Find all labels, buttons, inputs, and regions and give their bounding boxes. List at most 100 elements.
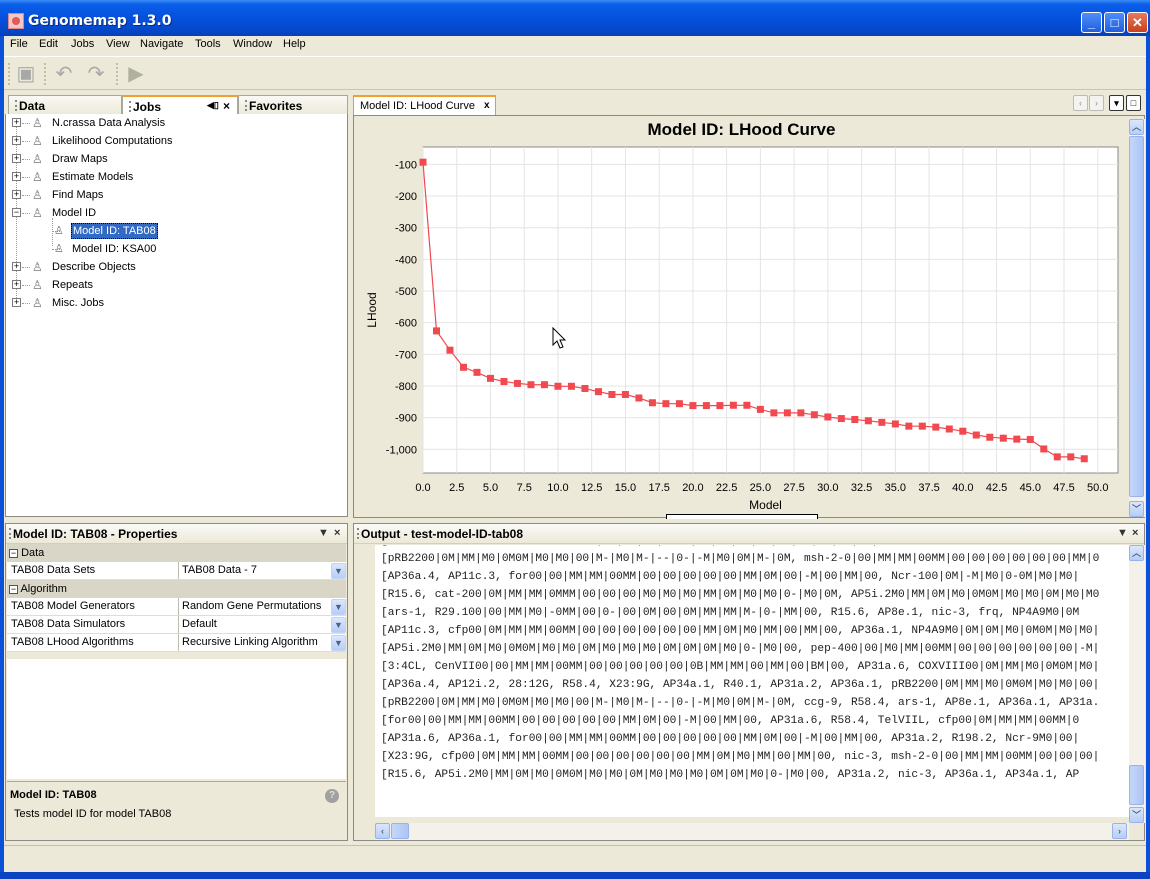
expand-icon[interactable]: + — [12, 172, 21, 181]
maximize-editor-icon[interactable]: □ — [1126, 95, 1141, 111]
x-tick-label: 22.5 — [716, 482, 737, 494]
chart-vertical-scrollbar[interactable]: ︿ ﹀ — [1129, 119, 1145, 517]
output-line: [for00|00|MM|MM|00MM|00|00|00|00|00|MM|0… — [381, 715, 1080, 727]
expand-icon[interactable]: + — [12, 136, 21, 145]
save-all-icon[interactable]: ▣ — [14, 62, 38, 86]
tab-lhood-curve[interactable]: Model ID: LHood Curve x — [353, 95, 496, 115]
tab-favorites[interactable]: Favorites — [238, 95, 348, 115]
data-point — [1053, 453, 1061, 461]
property-label: TAB08 Data Simulators — [11, 618, 126, 630]
tab-label: Model ID: LHood Curve — [360, 100, 475, 112]
undo-icon[interactable]: ↶ — [52, 62, 76, 86]
lhood-algorithms-select[interactable]: Recursive Linking Algorithm — [178, 634, 331, 651]
scroll-down-icon[interactable]: ﹀ — [1129, 501, 1144, 517]
menu-file[interactable]: File — [10, 38, 28, 50]
scroll-up-icon[interactable]: ︿ — [1129, 119, 1144, 135]
close-tab-icon[interactable]: x — [484, 100, 490, 111]
scroll-thumb[interactable] — [1129, 765, 1144, 805]
job-icon: ♙ — [54, 225, 64, 237]
app-window: Genomemap 1.3.0 _ □ ✕ File Edit Jobs Vie… — [0, 0, 1150, 879]
category-data[interactable]: − Data — [7, 544, 346, 562]
property-label: TAB08 LHood Algorithms — [11, 636, 134, 648]
tab-list-dropdown-icon[interactable]: ▾ — [1109, 95, 1124, 111]
property-model-generators[interactable]: TAB08 Model Generators Random Gene Permu… — [7, 598, 346, 616]
collapse-icon[interactable]: − — [12, 208, 21, 217]
title-bar[interactable]: Genomemap 1.3.0 _ □ ✕ — [0, 0, 1150, 36]
data-point — [851, 416, 859, 424]
tab-jobs[interactable]: Jobs ◀▯ × — [122, 95, 238, 115]
scroll-up-icon[interactable]: ︿ — [1129, 545, 1144, 561]
data-simulators-select[interactable]: Default — [178, 616, 331, 633]
expand-icon[interactable]: + — [12, 154, 21, 163]
scroll-tabs-right-icon[interactable]: › — [1089, 95, 1104, 111]
scroll-tabs-left-icon[interactable]: ‹ — [1073, 95, 1088, 111]
scroll-left-icon[interactable]: ‹ — [375, 823, 390, 839]
menu-window[interactable]: Window — [233, 38, 272, 50]
collapse-icon[interactable]: − — [9, 549, 18, 558]
output-textarea[interactable]: [AP11c.3, 28:12G, 98000, AP4A9M0|0M|0M|M… — [375, 545, 1129, 817]
collapse-icon[interactable]: − — [9, 585, 18, 594]
panel-menu-icon[interactable]: ▼ — [318, 527, 329, 539]
data-point — [1080, 455, 1088, 463]
chevron-down-icon[interactable]: ▼ — [331, 599, 346, 615]
properties-header: Model ID: TAB08 - Properties ▼ × — [6, 524, 347, 544]
tree-label: N.crassa Data Analysis — [52, 117, 166, 129]
tab-data[interactable]: Data — [8, 95, 122, 115]
output-header: Output - test-model-ID-tab08 ▼ × — [354, 524, 1144, 544]
minimize-tab-icon[interactable]: ◀▯ — [207, 100, 219, 111]
menu-edit[interactable]: Edit — [39, 38, 58, 50]
property-data-sets[interactable]: TAB08 Data Sets TAB08 Data - 7 ▼ — [7, 562, 346, 580]
data-point — [932, 423, 940, 431]
close-panel-icon[interactable]: × — [1132, 527, 1138, 539]
output-panel: Output - test-model-ID-tab08 ▼ × [AP11c.… — [353, 523, 1145, 841]
minimize-button[interactable]: _ — [1081, 12, 1102, 33]
chart-split-handle[interactable] — [666, 514, 818, 519]
property-lhood-algorithms[interactable]: TAB08 LHood Algorithms Recursive Linking… — [7, 634, 346, 652]
scroll-down-icon[interactable]: ﹀ — [1129, 807, 1144, 823]
data-point — [810, 411, 818, 419]
chevron-down-icon[interactable]: ▼ — [331, 635, 346, 651]
property-data-simulators[interactable]: TAB08 Data Simulators Default ▼ — [7, 616, 346, 634]
expand-icon[interactable]: + — [12, 118, 21, 127]
expand-icon[interactable]: + — [12, 190, 21, 199]
output-vertical-scrollbar[interactable]: ︿ ﹀ — [1129, 545, 1145, 823]
output-horizontal-scrollbar[interactable]: ‹ › — [375, 823, 1129, 840]
menu-tools[interactable]: Tools — [195, 38, 221, 50]
close-tab-icon[interactable]: × — [223, 99, 230, 113]
y-tick-label: -500 — [395, 286, 417, 298]
y-tick-label: -400 — [395, 254, 417, 266]
category-label: Algorithm — [20, 583, 67, 595]
scroll-thumb[interactable] — [391, 823, 409, 839]
menu-jobs[interactable]: Jobs — [71, 38, 94, 50]
description-title: Model ID: TAB08 — [10, 789, 97, 801]
tree-label: Draw Maps — [52, 153, 108, 165]
scroll-thumb[interactable] — [1129, 136, 1144, 497]
model-generators-select[interactable]: Random Gene Permutations — [178, 598, 331, 615]
category-algorithm[interactable]: − Algorithm — [7, 580, 346, 598]
y-axis-ticks: -100 -200 -300 -400 -500 -600 -700 -800 -900 -1,0… — [386, 159, 417, 456]
data-point — [716, 402, 724, 410]
chevron-down-icon[interactable]: ▼ — [331, 617, 346, 633]
chevron-down-icon[interactable]: ▼ — [331, 563, 346, 579]
description-text: Tests model ID for model TAB08 — [14, 808, 172, 820]
tab-grip — [15, 100, 17, 111]
expand-icon[interactable]: + — [12, 298, 21, 307]
toolbar-grip[interactable] — [8, 63, 10, 85]
data-point — [486, 374, 494, 382]
help-icon[interactable]: ? — [325, 789, 339, 803]
panel-menu-icon[interactable]: ▼ — [1117, 527, 1128, 539]
menu-view[interactable]: View — [106, 38, 130, 50]
menu-help[interactable]: Help — [283, 38, 306, 50]
data-sets-select[interactable]: TAB08 Data - 7 — [178, 562, 331, 579]
redo-icon[interactable]: ↷ — [84, 62, 108, 86]
menu-navigate[interactable]: Navigate — [140, 38, 183, 50]
scroll-right-icon[interactable]: › — [1112, 823, 1127, 839]
expand-icon[interactable]: + — [12, 280, 21, 289]
expand-icon[interactable]: + — [12, 262, 21, 271]
chart-panel: Model ID: LHood Curve -100 -200 -300 -400 -5… — [353, 115, 1145, 519]
close-panel-icon[interactable]: × — [334, 527, 340, 539]
run-icon[interactable]: ▶ — [124, 62, 148, 86]
close-button[interactable]: ✕ — [1127, 12, 1148, 33]
maximize-button[interactable]: □ — [1104, 12, 1125, 33]
data-point — [1040, 445, 1048, 453]
